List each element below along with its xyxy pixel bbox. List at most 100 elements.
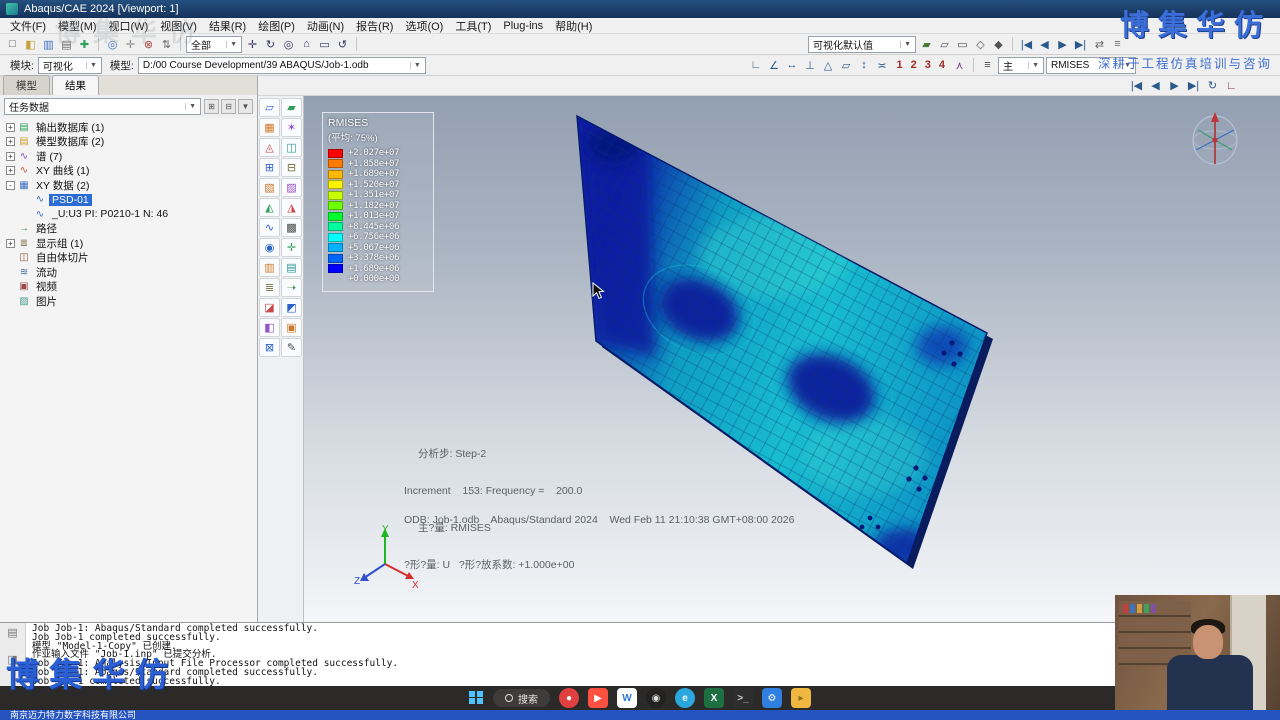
- query-icon[interactable]: ◎: [104, 36, 121, 53]
- delete-icon[interactable]: ⊗: [140, 36, 157, 53]
- anim-last-icon[interactable]: ▶|: [1185, 77, 1202, 94]
- allow-multiple-plots-icon[interactable]: ◫: [281, 138, 302, 157]
- superimpose-options-icon[interactable]: ⊟: [281, 158, 302, 177]
- terminal-app-icon[interactable]: >_: [733, 688, 753, 708]
- zoom-view-icon[interactable]: ◎: [280, 36, 297, 53]
- file-explorer-icon[interactable]: ▸: [791, 688, 811, 708]
- tree-item-label[interactable]: 模型数据库 (2): [33, 134, 107, 149]
- tree-item-label[interactable]: 谱 (7): [33, 149, 65, 164]
- tree-item[interactable]: + ≣ 显示组 (1): [0, 236, 257, 251]
- tree-item-label[interactable]: _U:U3 PI: P0210-1 N: 46: [49, 208, 171, 220]
- tree-item-label[interactable]: 输出数据库 (1): [33, 120, 107, 135]
- save-icon[interactable]: ▥: [40, 36, 57, 53]
- person-posture-icon[interactable]: ⋏: [951, 57, 968, 74]
- viewport-annotations-icon[interactable]: ≡: [1109, 36, 1126, 53]
- tree-expander[interactable]: +: [6, 151, 15, 161]
- frame-number[interactable]: 4: [935, 59, 949, 71]
- plot-material-orientation-icon[interactable]: ◬: [259, 138, 280, 157]
- tree-item-label[interactable]: 流动: [33, 265, 60, 280]
- menu-item[interactable]: 报告(R): [350, 17, 399, 35]
- tab-模型[interactable]: 模型: [3, 75, 50, 95]
- record-app-icon[interactable]: ◉: [646, 688, 666, 708]
- view-cut-icon[interactable]: ◪: [259, 298, 280, 317]
- tree-item[interactable]: + ∿ 谱 (7): [0, 149, 257, 164]
- animate-scale-factor-icon[interactable]: ◭: [259, 198, 280, 217]
- odb-combo[interactable]: D:/00 Course Development/39 ABAQUS/Job-1…: [137, 56, 426, 74]
- operate-on-xy-icon[interactable]: ≣: [259, 278, 280, 297]
- render-hidden-icon[interactable]: ▱: [936, 36, 953, 53]
- last-frame-icon[interactable]: ▶|: [1072, 36, 1089, 53]
- plot-contours-icon[interactable]: ▦: [259, 118, 280, 137]
- tree-item-label[interactable]: 图片: [33, 294, 60, 309]
- viewport[interactable]: RMISES (平均: 75%) +2.027e+07 +1.858e+07 +1.…: [304, 96, 1280, 622]
- expand-all-button[interactable]: ⊞: [204, 99, 219, 114]
- settings-app-icon[interactable]: ⚙: [762, 688, 782, 708]
- view-compass[interactable]: [1182, 106, 1248, 176]
- command-line-icon[interactable]: ◨: [7, 653, 17, 666]
- frame-number[interactable]: 3: [921, 59, 935, 71]
- tools-icon[interactable]: ✛: [122, 36, 139, 53]
- color-code-icon[interactable]: ▣: [281, 318, 302, 337]
- tree-item[interactable]: ▣ 视频: [0, 280, 257, 295]
- manager-icon[interactable]: ✚: [76, 36, 93, 53]
- render-wireframe-icon[interactable]: ▭: [954, 36, 971, 53]
- first-frame-icon[interactable]: |◀: [1018, 36, 1035, 53]
- menu-item[interactable]: 模型(M): [52, 17, 103, 35]
- tree-item[interactable]: + ▤ 模型数据库 (2): [0, 135, 257, 150]
- tab-结果[interactable]: 结果: [52, 75, 99, 95]
- fit-view-icon[interactable]: ⌂: [298, 36, 315, 53]
- edge-browser-icon[interactable]: e: [675, 688, 695, 708]
- tree-item-label[interactable]: 自由体切片: [33, 250, 92, 265]
- play-animation-icon[interactable]: ▶: [1054, 36, 1071, 53]
- tree-item[interactable]: ≋ 流动: [0, 265, 257, 280]
- common-options-icon[interactable]: ⊞: [259, 158, 280, 177]
- tree-item[interactable]: - ▦ XY 数据 (2): [0, 178, 257, 193]
- display-group-tool-icon[interactable]: ◧: [259, 318, 280, 337]
- tree-expander[interactable]: +: [6, 238, 15, 248]
- plot-undeformed-icon[interactable]: ▱: [259, 98, 280, 117]
- annotate-text-icon[interactable]: ⊥: [802, 57, 819, 74]
- message-log[interactable]: Job Job-1: Abaqus/Standard completed suc…: [26, 623, 1280, 686]
- tree-item[interactable]: + ∿ XY 曲线 (1): [0, 164, 257, 179]
- tree-item[interactable]: ◫ 自由体切片: [0, 251, 257, 266]
- frame-number[interactable]: 1: [893, 59, 907, 71]
- rotate-view-icon[interactable]: ↻: [262, 36, 279, 53]
- message-log-icon[interactable]: ▤: [7, 626, 17, 639]
- query-information-icon[interactable]: ◉: [259, 238, 280, 257]
- taskbar-search[interactable]: 搜索: [493, 689, 550, 707]
- cycle-views-icon[interactable]: ↺: [334, 36, 351, 53]
- path-tool-icon[interactable]: ➝: [281, 278, 302, 297]
- triad-toggle-icon[interactable]: ∟: [1223, 77, 1240, 94]
- anim-play-icon[interactable]: ▶: [1166, 77, 1183, 94]
- primary-variable-combo[interactable]: 主 ▼: [998, 56, 1044, 74]
- capcut-app-icon[interactable]: ▶: [588, 688, 608, 708]
- plot-deformed-icon[interactable]: ▰: [281, 98, 302, 117]
- result-options-icon[interactable]: ✎: [281, 338, 302, 357]
- tree-item-label[interactable]: 视频: [33, 279, 60, 294]
- excel-app-icon[interactable]: X: [704, 688, 724, 708]
- menu-item[interactable]: 结果(R): [203, 17, 252, 35]
- anim-first-icon[interactable]: |◀: [1128, 77, 1145, 94]
- tag-icon[interactable]: ≍: [874, 57, 891, 74]
- measure-distance-icon[interactable]: ∟: [748, 57, 765, 74]
- viz-defaults-combo[interactable]: 可视化默认值 ▼: [808, 35, 916, 53]
- tree-filter-button[interactable]: ▼: [238, 99, 253, 114]
- animate-time-history-icon[interactable]: ◮: [281, 198, 302, 217]
- tree-item-label[interactable]: 路径: [33, 221, 60, 236]
- contour-options-icon[interactable]: ▧: [259, 178, 280, 197]
- xy-options-icon[interactable]: ▤: [281, 258, 302, 277]
- tree-item-label[interactable]: PSD-01: [49, 193, 92, 206]
- windows-start-button[interactable]: [469, 690, 484, 706]
- create-xy-data-icon[interactable]: ▥: [259, 258, 280, 277]
- tree-item-label[interactable]: 显示组 (1): [33, 236, 86, 251]
- box-zoom-icon[interactable]: ▭: [316, 36, 333, 53]
- menu-item[interactable]: 帮助(H): [549, 17, 598, 35]
- probe-values-icon[interactable]: ✛: [281, 238, 302, 257]
- tree-item[interactable]: + ▤ 输出数据库 (1): [0, 120, 257, 135]
- field-variable-combo[interactable]: RMISES ▼: [1046, 56, 1136, 74]
- open-icon[interactable]: ◧: [22, 36, 39, 53]
- sort-icon[interactable]: ⇅: [158, 36, 175, 53]
- field-output-icon[interactable]: ⊠: [259, 338, 280, 357]
- anim-prev-icon[interactable]: ◀: [1147, 77, 1164, 94]
- menu-item[interactable]: 文件(F): [4, 17, 52, 35]
